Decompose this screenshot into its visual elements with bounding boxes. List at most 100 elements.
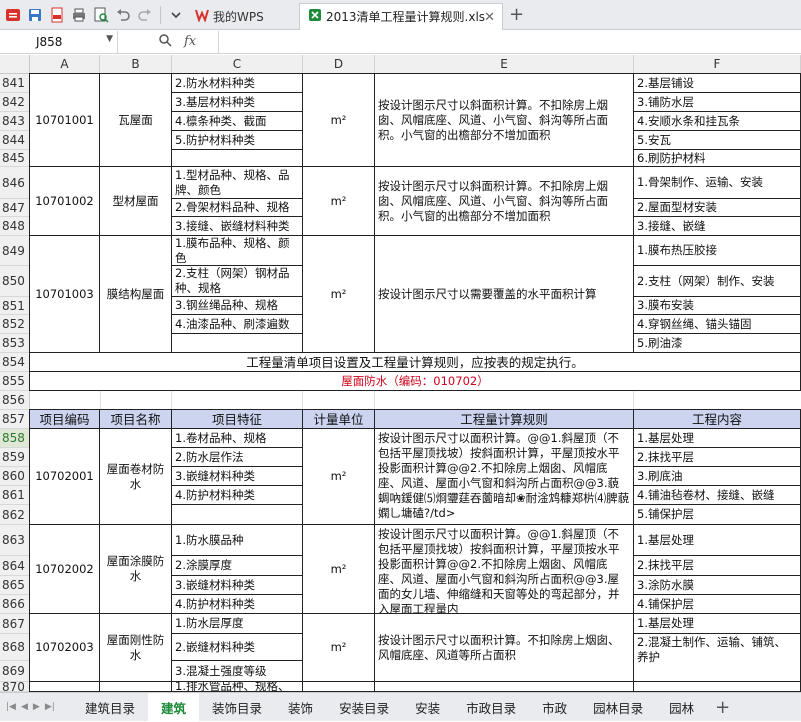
row-header[interactable]: 853 (0, 334, 30, 353)
cell-name[interactable]: 型材屋面 (99, 166, 172, 236)
cell-rule[interactable]: 按设计图示尺寸以斜面积计算。不扣除房上烟囱、风帽底座、风道、小气窗、斜沟等所占面… (374, 73, 634, 167)
redo-icon[interactable] (135, 5, 155, 25)
cell-content[interactable]: 5.安瓦 (633, 130, 801, 150)
cell-rule[interactable]: 按设计图示尺寸以斜面积计算。不扣除房上烟囱、风帽底座、风道、小气窗、斜沟等所占面… (374, 166, 634, 236)
cell-name[interactable]: 膜结构屋面 (99, 235, 172, 353)
cell-empty[interactable] (99, 681, 172, 692)
row-header[interactable]: 856 (0, 391, 30, 410)
formula-input[interactable] (218, 30, 801, 53)
cell-code[interactable]: 10701003 (29, 235, 100, 353)
next-sheet-icon[interactable]: ▶ (33, 702, 40, 712)
cell-rule[interactable]: 按设计图示尺寸以面积计算。@@1.斜屋顶（不包括平屋顶找坡）按斜面积计算，平屋顶… (374, 524, 634, 614)
sheet-tab[interactable]: 安装目录 (326, 693, 402, 722)
search-icon[interactable] (158, 33, 172, 50)
cell-unit[interactable]: m² (302, 73, 375, 167)
row-header[interactable]: 845 (0, 150, 30, 167)
cell-empty[interactable] (302, 681, 375, 692)
row-header[interactable]: 855 (0, 372, 30, 391)
save-icon[interactable] (25, 5, 45, 25)
section-title[interactable]: 屋面防水（编码：010702） (29, 371, 801, 391)
cell-content[interactable]: 3.接缝、嵌缝 (633, 216, 801, 236)
cell-name[interactable]: 瓦屋面 (99, 73, 172, 167)
row-header[interactable]: 841 (0, 74, 30, 93)
row-header[interactable]: 846 (0, 167, 30, 199)
header-name[interactable]: 项目名称 (99, 409, 172, 429)
cell-content[interactable]: 1.骨架制作、运输、安装 (633, 166, 801, 199)
cell-feature[interactable]: 2.嵌缝材料种类 (171, 633, 303, 661)
first-sheet-icon[interactable]: |◀ (6, 702, 16, 712)
column-header-c[interactable]: C (172, 55, 303, 74)
cell-rule[interactable]: 按设计图示尺寸以面积计算。不扣除房上烟囱、风帽底座、风道等所占面积 (374, 613, 634, 682)
row-header[interactable]: 843 (0, 112, 30, 131)
sheet-tab[interactable]: 装饰 (275, 693, 326, 722)
cell-empty[interactable] (171, 504, 303, 525)
cell-content[interactable]: 2.混凝土制作、运输、铺筑、养护 (633, 633, 801, 682)
cell-empty[interactable] (171, 149, 303, 167)
cell-feature[interactable]: 1.卷材品种、规格 (171, 428, 303, 448)
cell-code[interactable]: 10701002 (29, 166, 100, 236)
last-sheet-icon[interactable]: ▶| (45, 702, 55, 712)
cell-content[interactable]: 4.铺保护层 (633, 594, 801, 614)
cell-content[interactable]: 3.涂防水膜 (633, 575, 801, 595)
cell-feature[interactable]: 1.防水层厚度 (171, 613, 303, 634)
cell-empty[interactable] (633, 681, 801, 692)
row-header[interactable]: 851 (0, 297, 30, 315)
column-header-e[interactable]: E (375, 55, 634, 74)
cell-code[interactable]: 10702001 (29, 428, 100, 525)
cell-content[interactable]: 5.刷油漆 (633, 333, 801, 353)
cell-feature[interactable]: 1.防水膜品种 (171, 524, 303, 556)
sheet-tab[interactable]: 园林目录 (580, 693, 656, 722)
cell-content[interactable]: 2.抹找平层 (633, 447, 801, 467)
row-header[interactable]: 850 (0, 266, 30, 297)
cell-content[interactable]: 3.膜布安装 (633, 296, 801, 315)
cell-rule[interactable]: 按设计图示尺寸以面积计算。@@1.斜屋顶（不包括平屋顶找坡）按斜面积计算，平屋顶… (374, 428, 634, 525)
header-unit[interactable]: 计量单位 (302, 409, 375, 429)
row-header[interactable]: 861 (0, 486, 30, 505)
cell-code[interactable]: 10702003 (29, 613, 100, 682)
row-header[interactable]: 847 (0, 199, 30, 217)
cell-content[interactable]: 1.基层处理 (633, 428, 801, 448)
name-box[interactable]: J858 ▼ (0, 30, 118, 53)
tab-my-wps[interactable]: 我的WPS (187, 3, 299, 30)
close-icon[interactable]: ✕ (484, 10, 495, 25)
cell-feature[interactable]: 4.防护材料种类 (171, 485, 303, 505)
cell-feature[interactable]: 3.钢丝绳品种、规格 (171, 296, 303, 315)
row-header-selected[interactable]: 858 (0, 429, 30, 448)
cell-name[interactable]: 屋面刚性防水 (99, 613, 172, 682)
cell-feature-partial[interactable]: 1.排水管品种、规格、 (171, 681, 303, 692)
header-rule[interactable]: 工程量计算规则 (374, 409, 634, 429)
sheet-tab[interactable]: 市政 (529, 693, 580, 722)
cell-unit[interactable]: m² (302, 613, 375, 682)
sheet-tab[interactable]: 园林 (656, 693, 707, 722)
cell-empty[interactable] (171, 333, 303, 353)
column-header-d[interactable]: D (303, 55, 375, 74)
cell-feature[interactable]: 3.嵌缝材料种类 (171, 575, 303, 595)
header-content[interactable]: 工程内容 (633, 409, 801, 429)
sheet-tab[interactable]: 装饰目录 (199, 693, 275, 722)
cell-unit[interactable]: m² (302, 524, 375, 614)
cell-unit[interactable]: m² (302, 235, 375, 353)
cell-feature[interactable]: 2.支柱（网架）钢材品种、规格 (171, 265, 303, 297)
row-header[interactable]: 863 (0, 525, 30, 556)
cell-feature[interactable]: 3.混凝土强度等级 (171, 660, 303, 682)
row-header[interactable]: 844 (0, 131, 30, 150)
cell-content[interactable]: 1.基层处理 (633, 524, 801, 556)
chevron-down-icon[interactable]: ▼ (106, 34, 113, 44)
row-header[interactable]: 865 (0, 576, 30, 595)
cell-content[interactable]: 4.安顺水条和挂瓦条 (633, 111, 801, 131)
cell-content[interactable]: 4.穿钢丝绳、锚头锚固 (633, 314, 801, 334)
sheet-tab[interactable]: 市政目录 (453, 693, 529, 722)
cell-note[interactable]: 工程量清单项目设置及工程量计算规则，应按表的规定执行。 (29, 352, 801, 372)
cell-feature[interactable]: 4.防护材料种类 (171, 594, 303, 614)
row-header[interactable]: 849 (0, 236, 30, 266)
cell-content[interactable]: 1.膜布热压胶接 (633, 235, 801, 266)
cell-empty[interactable] (29, 681, 100, 692)
insert-function-button[interactable]: fx (184, 34, 196, 49)
cell-content[interactable]: 5.铺保护层 (633, 504, 801, 525)
cell-content[interactable]: 3.刷底油 (633, 466, 801, 486)
header-code[interactable]: 项目编码 (29, 409, 100, 429)
row-header[interactable]: 842 (0, 93, 30, 112)
column-header-b[interactable]: B (100, 55, 172, 74)
row-header[interactable]: 854 (0, 353, 30, 372)
chevron-down-icon[interactable] (166, 5, 186, 25)
